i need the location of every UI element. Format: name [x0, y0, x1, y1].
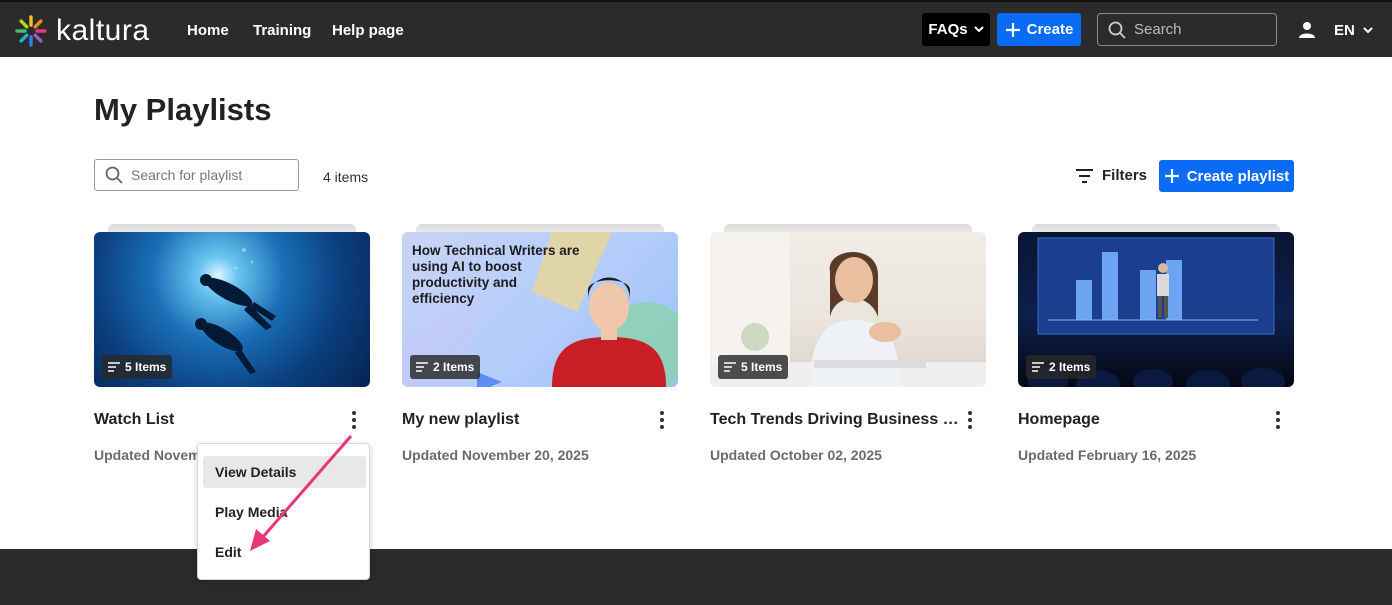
kebab-menu-icon [968, 411, 972, 429]
playlist-title[interactable]: Homepage [1018, 411, 1268, 429]
playlist-icon [1032, 362, 1044, 372]
kebab-menu-icon [352, 411, 356, 429]
language-selector[interactable]: EN [1334, 22, 1373, 39]
playlist-thumbnail[interactable]: 2 Items [1018, 232, 1294, 387]
item-count: 4 items [323, 169, 369, 185]
chevron-down-icon [973, 26, 984, 33]
nav-training[interactable]: Training [253, 22, 311, 39]
playlist-context-menu: View Details Play Media Edit [197, 443, 370, 580]
faqs-label: FAQs [928, 21, 968, 38]
kebab-menu-icon [660, 411, 664, 429]
playlist-title[interactable]: Watch List [94, 411, 344, 429]
create-button[interactable]: Create [997, 13, 1081, 46]
playlist-icon [724, 362, 736, 372]
create-label: Create [1026, 21, 1074, 38]
more-options-button[interactable] [346, 410, 362, 430]
playlist-title[interactable]: Tech Trends Driving Business I... [710, 411, 960, 429]
search-icon [1108, 21, 1126, 39]
global-search[interactable] [1097, 13, 1277, 46]
items-count-badge: 2 Items [1026, 355, 1097, 379]
playlist-icon [416, 362, 428, 372]
plus-icon [1005, 22, 1020, 37]
playlist-title[interactable]: My new playlist [402, 411, 652, 429]
user-icon [1299, 22, 1315, 38]
more-options-button[interactable] [654, 410, 670, 430]
top-navigation-bar: kaltura Home Training Help page FAQs Cre… [0, 0, 1392, 57]
thumbnail-caption: How Technical Writers are using AI to bo… [412, 243, 580, 306]
playlist-updated: Updated October 02, 2025 [710, 447, 882, 463]
playlist-thumbnail[interactable]: 5 Items [94, 232, 370, 387]
playlist-search-input[interactable] [131, 167, 291, 183]
menu-item-view-details[interactable]: View Details [203, 456, 366, 488]
filters-button[interactable]: Filters [1076, 167, 1147, 184]
page-title: My Playlists [94, 92, 272, 127]
items-count-badge: 5 Items [718, 355, 789, 379]
playlist-updated: Updated February 16, 2025 [1018, 447, 1197, 463]
language-label: EN [1334, 22, 1355, 39]
items-count-badge: 5 Items [102, 355, 173, 379]
user-menu-button[interactable] [1298, 21, 1316, 44]
items-count-label: 5 Items [741, 360, 783, 374]
plus-icon [1164, 169, 1179, 183]
kebab-menu-icon [1276, 411, 1280, 429]
items-count-badge: 2 Items [410, 355, 481, 379]
logo-wordmark: kaltura [56, 14, 150, 47]
global-search-input[interactable] [1134, 21, 1264, 38]
filter-icon [1076, 168, 1093, 183]
more-options-button[interactable] [962, 410, 978, 430]
items-count-label: 2 Items [433, 360, 475, 374]
faqs-dropdown-button[interactable]: FAQs [922, 13, 990, 46]
create-playlist-button[interactable]: Create playlist [1159, 160, 1294, 192]
playlist-thumbnail[interactable]: How Technical Writers are using AI to bo… [402, 232, 678, 387]
items-count-label: 2 Items [1049, 360, 1091, 374]
chevron-down-icon [1363, 27, 1373, 34]
nav-help-page[interactable]: Help page [332, 22, 404, 39]
playlist-thumbnail[interactable]: 5 Items [710, 232, 986, 387]
playlist-search[interactable] [94, 159, 299, 191]
menu-item-play-media[interactable]: Play Media [203, 496, 366, 528]
items-count-label: 5 Items [125, 360, 167, 374]
kaltura-logo[interactable]: kaltura [14, 14, 150, 48]
playlist-updated: Updated November 20, 2025 [402, 447, 589, 463]
filters-label: Filters [1102, 167, 1148, 184]
more-options-button[interactable] [1270, 410, 1286, 430]
menu-item-edit[interactable]: Edit [203, 536, 366, 568]
create-playlist-label: Create playlist [1186, 167, 1290, 185]
kaltura-logo-icon [15, 15, 47, 47]
nav-home[interactable]: Home [187, 22, 229, 39]
search-icon [105, 166, 123, 184]
playlist-icon [108, 362, 120, 372]
